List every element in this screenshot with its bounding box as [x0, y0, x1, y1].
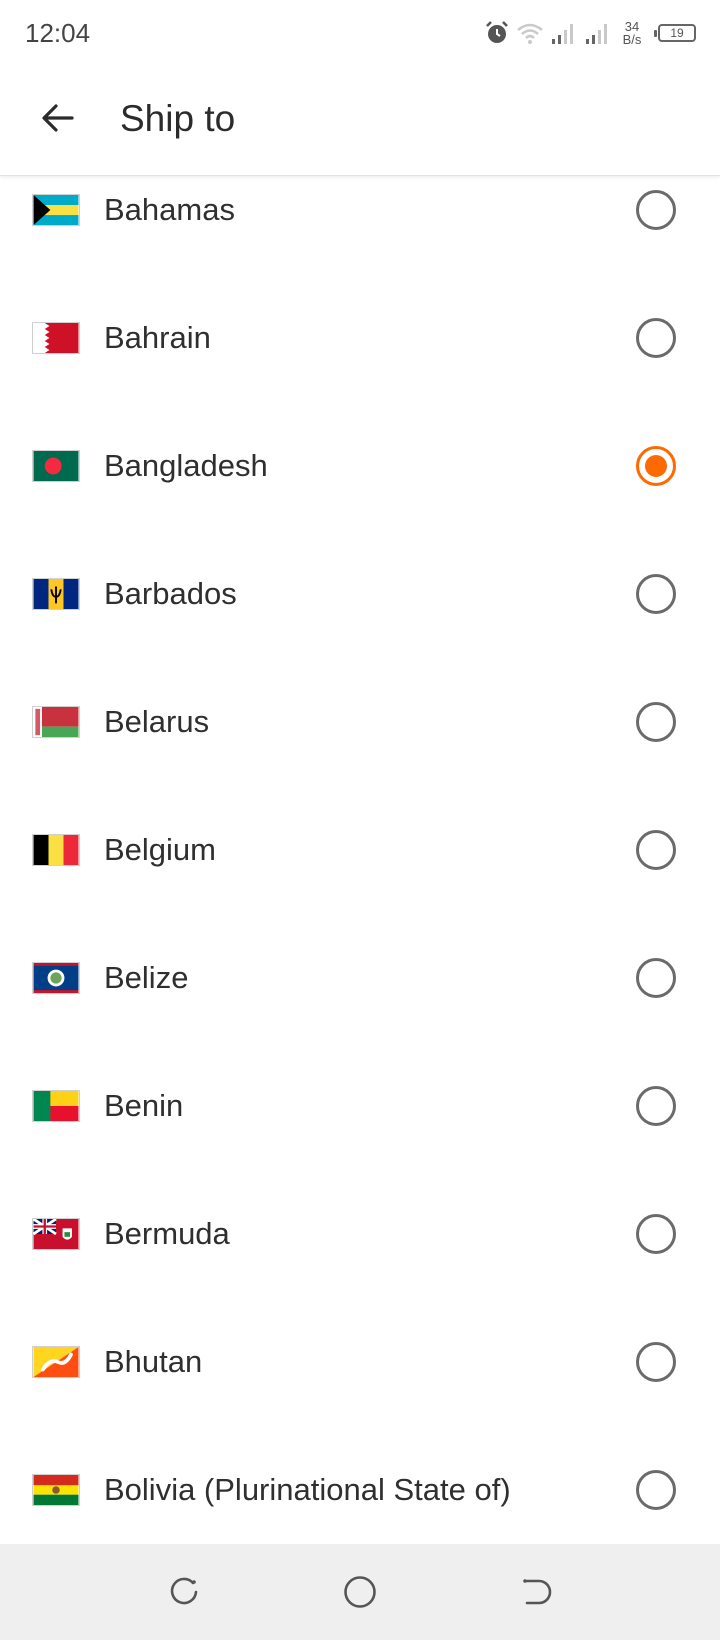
recents-icon [170, 1577, 198, 1605]
bahrain-flag-icon [32, 322, 80, 354]
country-row-bahrain[interactable]: Bahrain [0, 274, 720, 402]
country-row-belarus[interactable]: Belarus [0, 658, 720, 786]
country-name: Bahamas [104, 192, 235, 227]
country-row-bhutan[interactable]: Bhutan [0, 1298, 720, 1426]
country-row-bahamas[interactable]: Bahamas [0, 176, 720, 274]
country-name: Barbados [104, 576, 237, 611]
country-row-barbados[interactable]: Barbados [0, 530, 720, 658]
home-button[interactable] [340, 1572, 380, 1612]
bahamas-flag-icon [32, 194, 80, 226]
alarm-icon [486, 21, 508, 43]
system-nav-bar [0, 1544, 720, 1640]
country-name: Benin [104, 1088, 184, 1123]
radio-button[interactable] [636, 958, 676, 998]
country-row-bolivia[interactable]: Bolivia (Plurinational State of) [0, 1426, 720, 1544]
signal-icon [552, 24, 573, 44]
benin-flag-icon [32, 1090, 80, 1122]
bolivia-flag-icon [32, 1474, 80, 1506]
battery-icon: 19 [654, 24, 696, 42]
country-row-belgium[interactable]: Belgium [0, 786, 720, 914]
country-name: Belize [104, 960, 189, 995]
radio-button[interactable] [636, 1470, 676, 1510]
country-name: Bhutan [104, 1344, 203, 1379]
home-icon [344, 1576, 376, 1608]
arrow-left-icon [42, 104, 74, 132]
country-name: Belgium [104, 832, 216, 867]
back-button[interactable] [30, 90, 86, 146]
country-list[interactable]: Bahamas Bahrain Bangladesh Barbados Bela… [0, 176, 720, 1544]
bermuda-flag-icon [32, 1218, 80, 1250]
belarus-flag-icon [32, 706, 80, 738]
radio-button[interactable] [636, 1214, 676, 1254]
country-row-bangladesh[interactable]: Bangladesh [0, 402, 720, 530]
country-row-benin[interactable]: Benin [0, 1042, 720, 1170]
app-bar: Ship to [0, 64, 720, 176]
barbados-flag-icon [32, 578, 80, 610]
belgium-flag-icon [32, 834, 80, 866]
back-nav-button[interactable] [516, 1572, 556, 1612]
page-title: Ship to [120, 98, 236, 139]
status-icons: 34 B/s 19 [484, 16, 696, 50]
radio-button[interactable] [636, 318, 676, 358]
status-bar: 12:04 34 B/s 19 [0, 0, 720, 64]
country-name: Belarus [104, 704, 210, 739]
country-row-belize[interactable]: Belize [0, 914, 720, 1042]
radio-button[interactable] [636, 702, 676, 742]
back-icon [523, 1579, 552, 1605]
network-speed: 34 B/s [618, 20, 646, 46]
signal-icon [586, 24, 607, 44]
network-speed-unit: B/s [622, 32, 642, 47]
radio-button[interactable] [636, 830, 676, 870]
radio-button[interactable] [636, 1086, 676, 1126]
country-row-bermuda[interactable]: Bermuda [0, 1170, 720, 1298]
bhutan-flag-icon [32, 1346, 80, 1378]
radio-button[interactable] [636, 190, 676, 230]
status-time: 12:04 [25, 18, 91, 48]
battery-level: 19 [670, 26, 684, 40]
wifi-icon [517, 23, 543, 44]
country-name: Bahrain [104, 320, 211, 355]
bangladesh-flag-icon [32, 450, 80, 482]
radio-button[interactable] [636, 1342, 676, 1382]
country-name: Bolivia (Plurinational State of) [104, 1472, 511, 1507]
country-name: Bermuda [104, 1216, 230, 1251]
radio-button[interactable] [636, 574, 676, 614]
country-name: Bangladesh [104, 448, 268, 483]
recents-button[interactable] [164, 1572, 204, 1612]
belize-flag-icon [32, 962, 80, 994]
radio-button-selected[interactable] [636, 446, 676, 486]
